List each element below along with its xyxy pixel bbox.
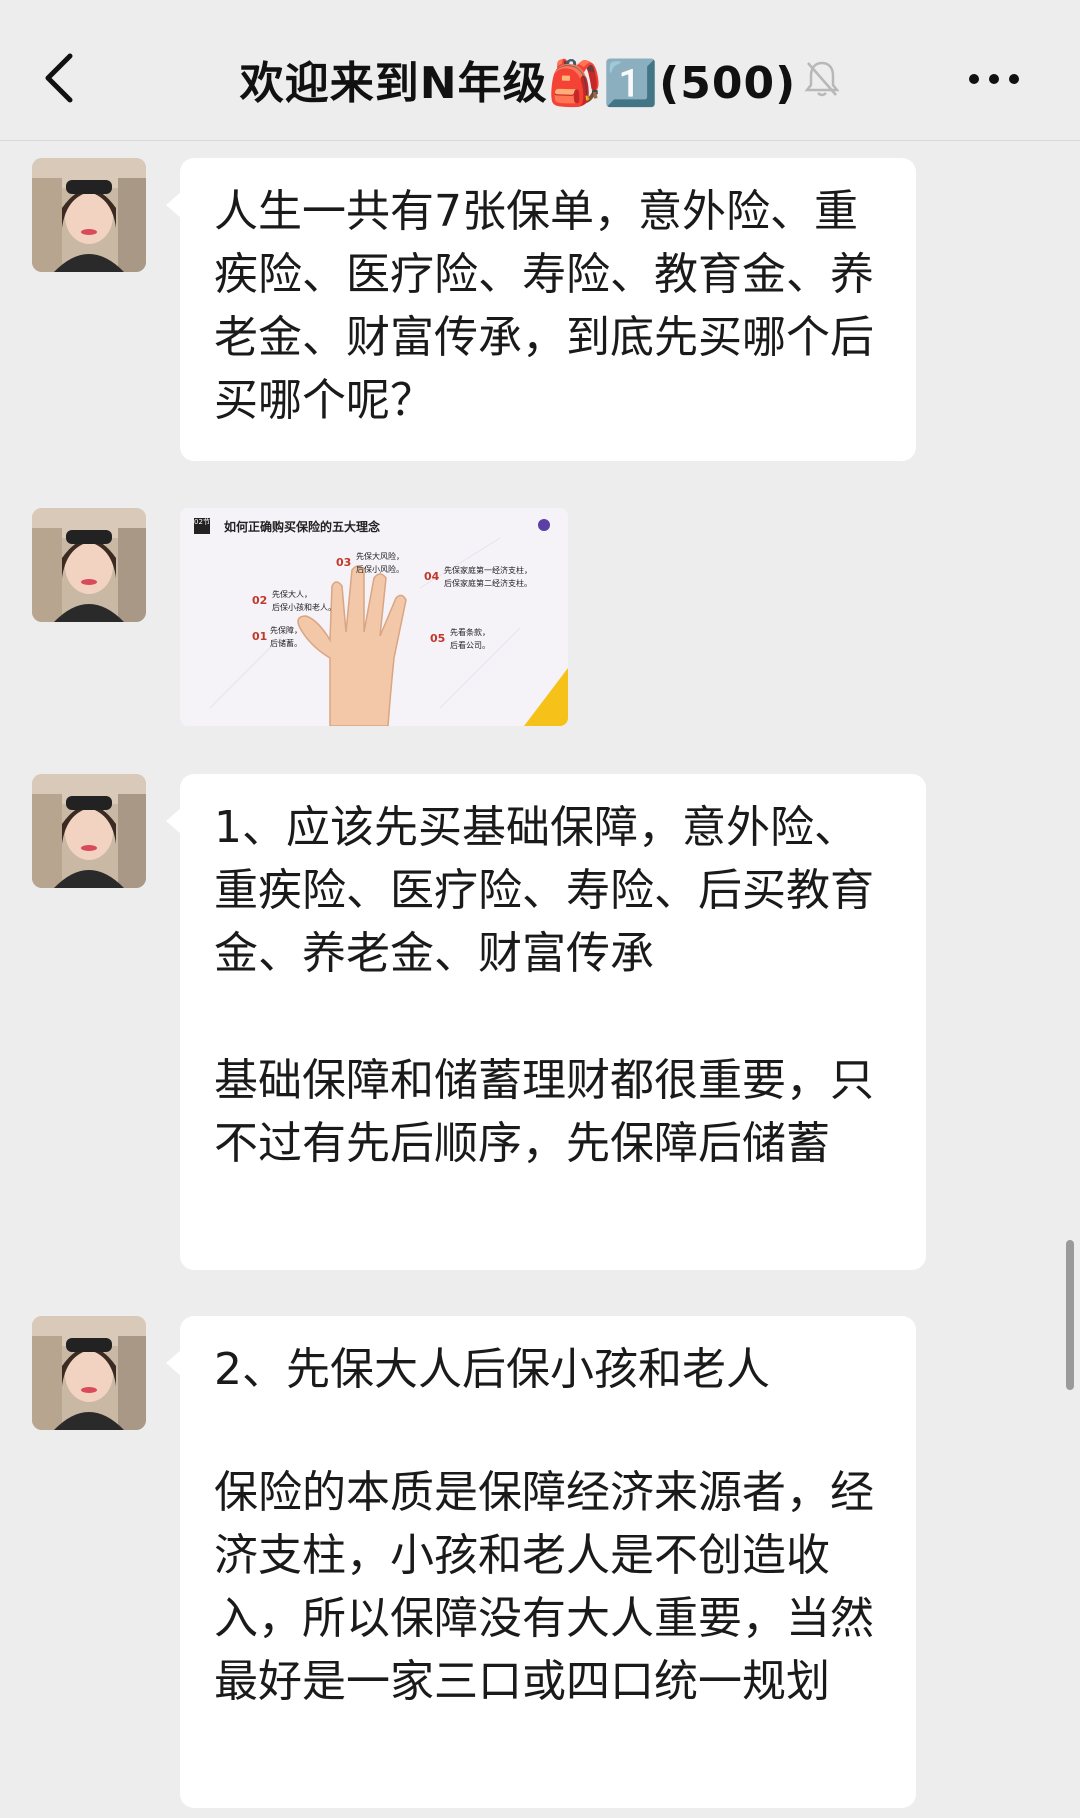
slide-badge: 02节 — [194, 518, 210, 526]
message-text: 基础保障和储蓄理财都很重要，只不过有先后顺序，先保障后储蓄 — [214, 1055, 874, 1169]
avatar[interactable] — [32, 1316, 146, 1430]
slide-item-text: 先保障， 后储蓄。 — [270, 626, 302, 648]
chat-header: 欢迎来到N年级🎒1️⃣(500) — [0, 0, 1080, 141]
slide-item-num: 01 — [252, 630, 268, 643]
avatar[interactable] — [32, 508, 146, 622]
slide-item-text: 先保家庭第一经济支柱， 后保家庭第二经济支柱。 — [444, 566, 532, 588]
avatar[interactable] — [32, 158, 146, 272]
slide-item-text: 先保大人， 后保小孩和老人。 — [272, 590, 336, 612]
image-message[interactable]: 02节 如何正确购买保险的五大理念 01 先保障， 后储蓄。 02 先保大人， 后保… — [180, 508, 568, 726]
slide-item-text: 先保大风险， 后保小风险。 — [356, 552, 404, 574]
slide-item-num: 03 — [336, 556, 352, 569]
message-bubble: 1、应该先买基础保障，意外险、重疾险、医疗险、寿险、后买教育金、养老金、财富传承… — [166, 774, 926, 1270]
slide-item-num: 04 — [424, 570, 440, 583]
slide-item-num: 02 — [252, 594, 268, 607]
avatar[interactable] — [32, 774, 146, 888]
slide-item-num: 05 — [430, 632, 446, 645]
more-dots-icon[interactable] — [966, 64, 1022, 94]
title-wrap: 欢迎来到N年级🎒1️⃣(500) — [0, 42, 1080, 116]
slide-item-text: 先看条款， 后看公司。 — [450, 628, 490, 650]
slide-title: 如何正确购买保险的五大理念 — [224, 520, 381, 534]
chat-title: 欢迎来到N年级🎒1️⃣(500) — [239, 58, 797, 109]
message-bubble: 人生一共有7张保单，意外险、重疾险、医疗险、寿险、教育金、养老金、财富传承，到底… — [166, 158, 916, 461]
message-text: 人生一共有7张保单，意外险、重疾险、医疗险、寿险、教育金、养老金、财富传承，到底… — [214, 186, 874, 426]
scrollbar[interactable] — [1066, 1240, 1074, 1390]
message-bubble: 2、先保大人后保小孩和老人 保险的本质是保障经济来源者，经济支柱，小孩和老人是不… — [166, 1316, 916, 1808]
message-text: 2、先保大人后保小孩和老人 — [214, 1344, 770, 1395]
message-text: 1、应该先买基础保障，意外险、重疾险、医疗险、寿险、后买教育金、养老金、财富传承 — [214, 802, 874, 979]
message-text: 保险的本质是保障经济来源者，经济支柱，小孩和老人是不创造收入，所以保障没有大人重… — [214, 1467, 874, 1707]
bell-muted-icon — [804, 61, 840, 97]
